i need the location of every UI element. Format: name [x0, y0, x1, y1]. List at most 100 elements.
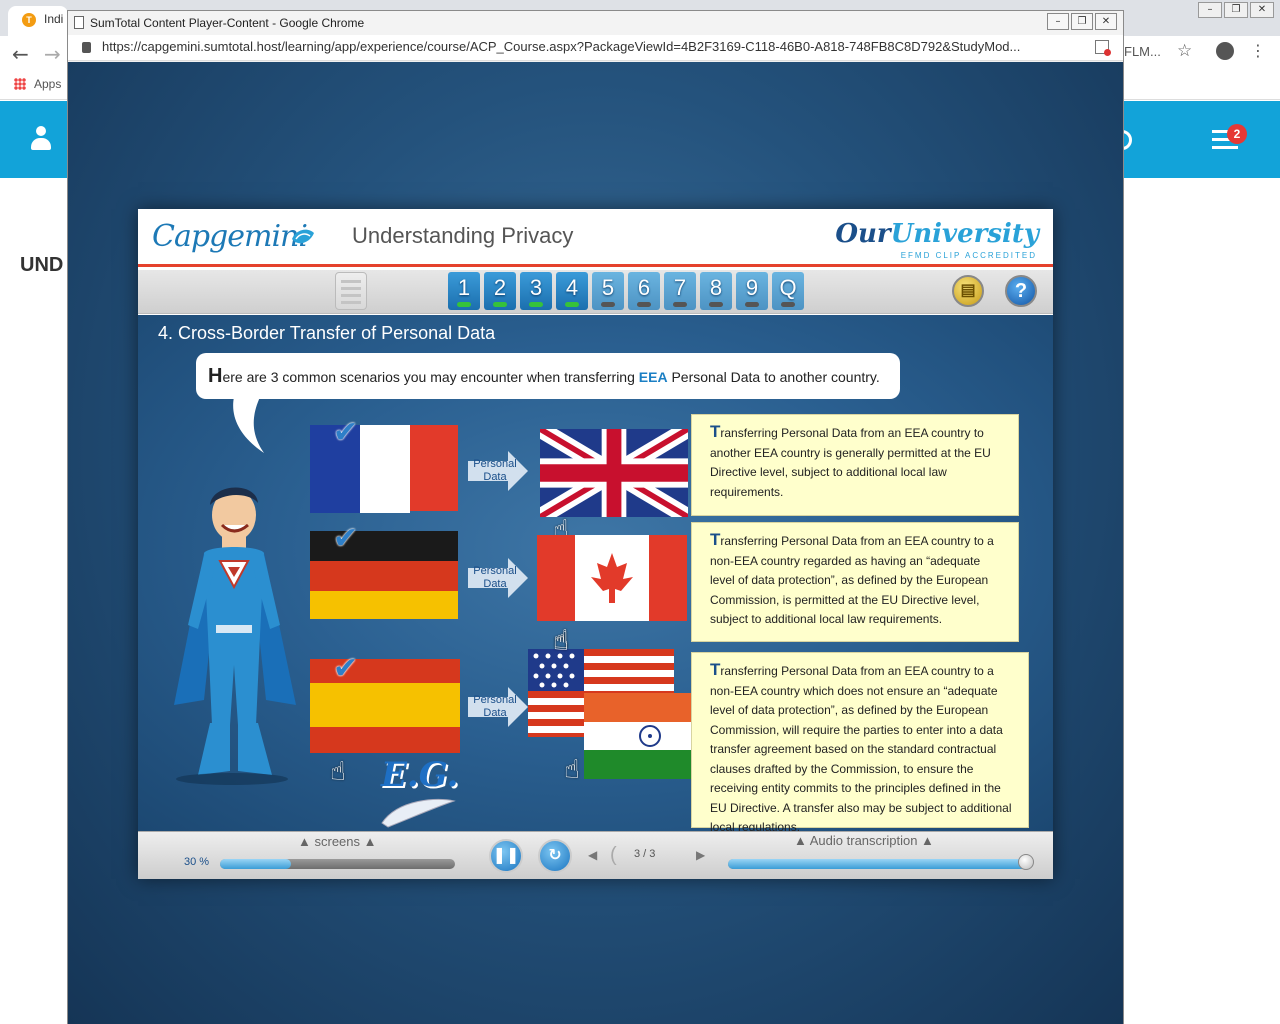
- screens-label[interactable]: ▲ screens ▲: [298, 834, 377, 849]
- page-indicator: 3 / 3: [634, 848, 656, 860]
- bg-page-heading: UND: [20, 254, 64, 276]
- chapter-label: 9: [745, 275, 759, 300]
- popup-address-bar[interactable]: https://capgemini.sumtotal.host/learning…: [68, 35, 1123, 61]
- previous-icon[interactable]: ◀: [588, 848, 597, 862]
- personal-data-label: Personal Data: [470, 694, 520, 720]
- next-icon[interactable]: ▶: [696, 848, 705, 862]
- account-icon[interactable]: [1216, 42, 1234, 60]
- lock-icon: [82, 42, 91, 53]
- close-icon[interactable]: ✕: [1095, 13, 1117, 30]
- back-arrow-icon[interactable]: ←: [12, 42, 29, 66]
- chapter-label: 2: [493, 275, 507, 300]
- kebab-menu-icon[interactable]: ⋮: [1250, 41, 1266, 60]
- example-badge: E.G.: [381, 755, 459, 795]
- popup-title: SumTotal Content Player-Content - Google…: [90, 16, 365, 30]
- chapter-buttons: 123456789Q: [448, 272, 804, 310]
- checkmark-icon: ✔: [333, 651, 359, 686]
- chapter-button-1[interactable]: 1: [448, 272, 480, 310]
- notification-badge: 2: [1227, 124, 1247, 144]
- bookmark-star-icon[interactable]: ☆: [1177, 41, 1192, 61]
- chapter-complete-indicator: [529, 302, 543, 307]
- scenario-3-text: Transferring Personal Data from an EEA c…: [691, 652, 1029, 831]
- intro-highlight: EEA: [638, 369, 668, 385]
- chapter-button-3[interactable]: 3: [520, 272, 552, 310]
- chapter-complete-indicator: [493, 302, 507, 307]
- data-label: Data: [483, 471, 507, 483]
- scenario-1-body: ransferring Personal Data from an EEA co…: [710, 426, 991, 499]
- personal-label: Personal: [473, 694, 517, 706]
- speech-bubble-tail: [233, 397, 264, 453]
- progress-bar: [220, 859, 455, 869]
- scenario-2-dropcap: T: [710, 530, 721, 549]
- chapter-button-7[interactable]: 7: [664, 272, 696, 310]
- section-title: 4. Cross-Border Transfer of Personal Dat…: [158, 323, 496, 343]
- uk-flag-image: [540, 429, 688, 517]
- chapter-label: 4: [565, 275, 579, 300]
- minimize-icon[interactable]: –: [1198, 2, 1222, 18]
- replay-button[interactable]: ↻: [538, 839, 572, 873]
- blocked-popup-icon[interactable]: [1095, 40, 1111, 56]
- superhero-mascot-image: [174, 487, 296, 785]
- personal-label: Personal: [473, 565, 517, 577]
- volume-slider-handle[interactable]: [1018, 854, 1034, 870]
- capgemini-spade-icon: [292, 229, 314, 244]
- chapter-incomplete-indicator: [601, 302, 615, 307]
- volume-slider-fill: [728, 859, 1032, 869]
- personal-data-label: Personal Data: [470, 458, 520, 484]
- chapter-complete-indicator: [565, 302, 579, 307]
- chapter-button-9[interactable]: 9: [736, 272, 768, 310]
- personal-data-label: Personal Data: [470, 565, 520, 591]
- restore-icon[interactable]: ❐: [1224, 2, 1248, 18]
- help-button[interactable]: ?: [1005, 275, 1037, 307]
- india-flag-image: [584, 693, 692, 779]
- chapter-button-2[interactable]: 2: [484, 272, 516, 310]
- audio-transcription-toggle[interactable]: ▲ Audio transcription ▲: [794, 833, 934, 848]
- chapter-label: 6: [637, 275, 651, 300]
- apps-label: Apps: [34, 77, 62, 91]
- scenario-3-dropcap: T: [710, 660, 721, 679]
- chapter-incomplete-indicator: [745, 302, 759, 307]
- chapter-button-4[interactable]: 4: [556, 272, 588, 310]
- user-icon[interactable]: [30, 126, 52, 152]
- speech-bubble: Here are 3 common scenarios you may enco…: [196, 353, 900, 399]
- player-controls: ▲ screens ▲ 30 % ❚❚ ↻ ◀ ( 3 / 3 ▶ ▲ Audi…: [138, 831, 1053, 879]
- minimize-icon[interactable]: –: [1047, 13, 1069, 30]
- scenario-3-body: ransferring Personal Data from an EEA co…: [710, 664, 1012, 831]
- apps-bookmark[interactable]: Apps: [14, 77, 61, 91]
- page-bracket-left: (: [610, 844, 617, 866]
- popup-titlebar: SumTotal Content Player-Content - Google…: [68, 11, 1123, 35]
- our-university-logo: OurUniversity: [835, 219, 1039, 249]
- restore-icon[interactable]: ❐: [1071, 13, 1093, 30]
- chapter-label: 7: [673, 275, 687, 300]
- pause-button[interactable]: ❚❚: [489, 839, 523, 873]
- document-icon: [74, 16, 84, 29]
- course-player: Capgemini Understanding Privacy OurUnive…: [138, 209, 1053, 879]
- player-stage: Capgemini Understanding Privacy OurUnive…: [68, 62, 1123, 1024]
- table-of-contents-button[interactable]: [335, 272, 367, 310]
- volume-slider[interactable]: [728, 859, 1032, 869]
- chapter-incomplete-indicator: [709, 302, 723, 307]
- ou-university: University: [890, 219, 1039, 249]
- course-header: Capgemini Understanding Privacy OurUnive…: [138, 209, 1053, 267]
- personal-label: Personal: [473, 458, 517, 470]
- intro-text-before: ere are 3 common scenarios you may encou…: [222, 369, 639, 385]
- bg-browser-tab[interactable]: T Indi: [8, 6, 68, 36]
- chapter-button-8[interactable]: 8: [700, 272, 732, 310]
- close-icon[interactable]: ✕: [1250, 2, 1274, 18]
- chapter-button-5[interactable]: 5: [592, 272, 624, 310]
- progress-bar-fill: [220, 859, 291, 869]
- forward-arrow-icon[interactable]: →: [44, 42, 61, 66]
- glossary-button[interactable]: ▤: [952, 275, 984, 307]
- chapter-complete-indicator: [457, 302, 471, 307]
- scenario-2-text: Transferring Personal Data from an EEA c…: [691, 522, 1019, 642]
- capgemini-logo: Capgemini: [152, 219, 308, 254]
- ou-our: Our: [835, 219, 891, 249]
- tab-favicon-icon: T: [22, 13, 36, 27]
- pointer-hand-icon: ☝: [564, 755, 580, 785]
- screens-text: screens: [314, 834, 361, 849]
- bg-window-controls: – ❐ ✕: [1198, 2, 1274, 18]
- chapter-label: Q: [779, 275, 797, 300]
- data-label: Data: [483, 707, 507, 719]
- chapter-button-6[interactable]: 6: [628, 272, 660, 310]
- chapter-button-q[interactable]: Q: [772, 272, 804, 310]
